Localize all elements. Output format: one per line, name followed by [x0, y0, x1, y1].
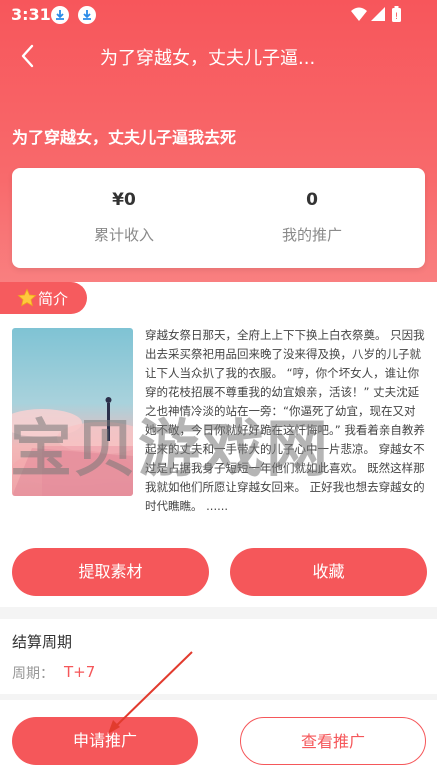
period-label: 周期： — [12, 666, 54, 682]
status-time: 3:31 — [11, 5, 51, 24]
status-indicators: ! — [349, 5, 409, 25]
wifi-icon — [351, 7, 367, 21]
apply-promotion-button[interactable]: 申请推广 — [12, 717, 198, 765]
download-icon — [51, 6, 69, 24]
svg-text:!: ! — [395, 12, 399, 22]
intro-panel: 简介 穿越女祭日那天，全府上上下下换上白衣祭奠。 只因我出去采买祭祀用品回来晚了… — [0, 282, 437, 607]
signal-icon — [371, 7, 385, 21]
income-stat[interactable]: ¥0 累计收入 — [24, 190, 224, 245]
book-name: 为了穿越女，丈夫儿子逼我去死 — [12, 128, 237, 147]
bottom-bar: 申请推广 查看推广 — [0, 700, 437, 777]
navbar: 为了穿越女，丈夫儿子逼... — [0, 30, 437, 80]
back-button[interactable] — [14, 42, 42, 70]
stats-card: ¥0 累计收入 0 我的推广 — [12, 168, 425, 268]
collect-button[interactable]: 收藏 — [230, 548, 427, 596]
download-icon — [78, 6, 96, 24]
promo-stat[interactable]: 0 我的推广 — [212, 190, 412, 245]
synopsis: 穿越女祭日那天，全府上上下下换上白衣祭奠。 只因我出去采买祭祀用品回来晚了没来得… — [12, 326, 425, 516]
synopsis-text: 穿越女祭日那天，全府上上下下换上白衣祭奠。 只因我出去采买祭祀用品回来晚了没来得… — [145, 328, 425, 513]
promo-label: 我的推广 — [281, 226, 342, 244]
cover-spacer — [12, 326, 145, 498]
income-label: 累计收入 — [93, 226, 154, 244]
status-bar: 3:31 ! — [0, 0, 437, 30]
intro-tag-label: 简介 — [38, 290, 69, 308]
page-title: 为了穿越女，丈夫儿子逼... — [100, 48, 316, 69]
view-promotion-button[interactable]: 查看推广 — [240, 717, 426, 765]
back-arrow-icon — [21, 44, 34, 68]
income-value: ¥0 — [112, 190, 136, 210]
period-value: T+7 — [64, 663, 96, 681]
promo-value: 0 — [306, 190, 318, 210]
battery-icon: ! — [392, 6, 401, 22]
extract-material-button[interactable]: 提取素材 — [12, 548, 209, 596]
star-icon — [17, 288, 37, 307]
settlement-title: 结算周期 — [12, 633, 73, 651]
intro-tag: 简介 — [0, 282, 87, 314]
settlement-panel: 结算周期 周期： T+7 — [0, 619, 437, 694]
